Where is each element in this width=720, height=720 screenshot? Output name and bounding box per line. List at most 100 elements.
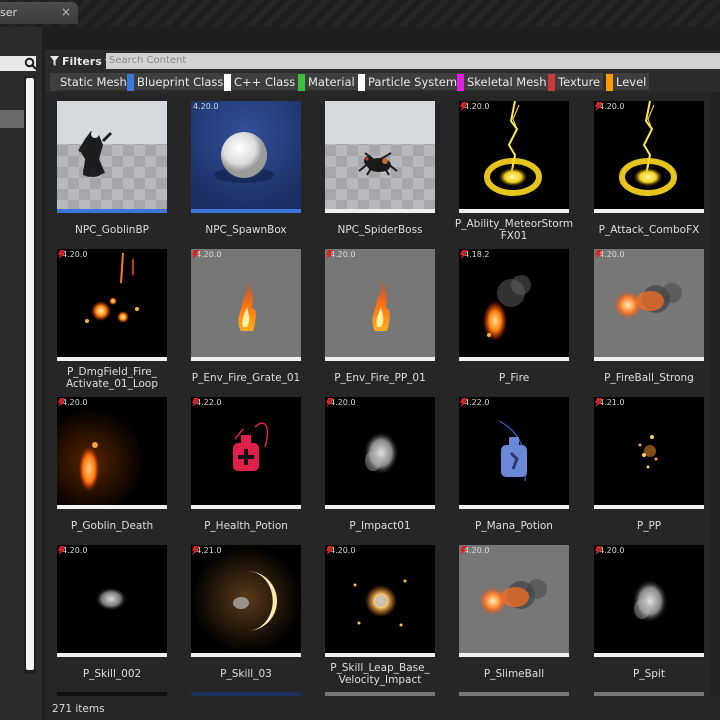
asset-name[interactable]: P_PP [582,520,716,532]
asset-thumbnail: 4.20.0 [191,101,301,209]
asset-tile[interactable]: 4.20.0 [57,397,167,509]
asset-thumbnail: 4.20.0 [325,397,435,505]
asset-name[interactable]: P_Fire [447,372,581,384]
filter-chip-blueprint-class[interactable]: Blueprint Class [127,73,227,91]
search-icon[interactable] [24,57,37,70]
engine-version-badge: 4.21.0 [193,546,221,555]
asset-name[interactable]: P_Skill_002 [45,668,179,680]
asset-tile[interactable]: 4.20.0 [325,545,435,657]
filter-chip-level[interactable]: Level [606,73,650,91]
asset-tile[interactable]: 4.20.0 [594,249,704,361]
asset-type-color-bar [325,653,435,657]
filters-button[interactable]: Filters [50,52,112,70]
asset-type-color-bar [325,357,435,361]
asset-name[interactable]: P_DmgField_Fire_ Activate_01_Loop [45,366,179,390]
asset-name[interactable]: P_Env_Fire_Grate_01 [179,372,313,384]
asset-type-color-bar [57,209,167,213]
asset-thumbnail: 4.22.0 [191,397,301,505]
asset-name[interactable]: P_Skill_Leap_Base_ Velocity_Impact [313,662,447,686]
title-bar: ser × [0,0,720,27]
search-content-input[interactable]: Search Content [106,53,720,69]
asset-thumbnail: 4.24.0 [57,101,167,209]
asset-tile[interactable]: 4.21.0 [594,397,704,509]
filter-chip-texture[interactable]: Texture [548,73,604,91]
asset-tile[interactable]: 4.24.0 [325,101,435,213]
asset-thumbnail: 4.20.0 [594,101,704,209]
sources-scrollbar-thumb[interactable] [26,78,34,670]
asset-type-color-bar [325,505,435,509]
filter-chip-material[interactable]: Material [298,73,358,91]
asset-name[interactable]: P_Ability_MeteorStorm FX01 [447,218,581,242]
asset-type-color-bar [57,357,167,361]
asset-thumbnail: 4.20.0 [594,249,704,357]
asset-name[interactable]: NPC_GoblinBP [45,224,179,236]
chip-color-swatch [606,73,613,91]
engine-version-badge: 4.20.0 [327,546,355,555]
asset-thumbnail: 4.22.0 [459,397,569,505]
content-browser-window: ser × Filters Search Content Static Mesh… [0,0,720,720]
chip-label: Material [308,75,355,89]
engine-version-badge: 4.21.0 [596,398,624,407]
asset-name[interactable]: P_Health_Potion [179,520,313,532]
asset-name[interactable]: P_Spit [582,668,716,680]
asset-tile[interactable]: 4.22.0 [459,397,569,509]
engine-version-badge: 4.20.0 [59,398,87,407]
asset-type-color-bar [594,653,704,657]
asset-type-color-bar [191,209,301,213]
asset-thumbnail: 4.24.0 [325,101,435,209]
asset-tile[interactable]: 4.20.0 [325,249,435,361]
asset-name[interactable]: P_Attack_ComboFX [582,224,716,236]
funnel-icon [50,56,59,66]
engine-version-badge: 4.20.0 [327,250,355,259]
asset-name[interactable]: P_Impact01 [313,520,447,532]
asset-type-color-bar [191,653,301,657]
asset-thumbnail: 4.21.0 [191,545,301,653]
asset-tile[interactable]: 4.20.0 [325,397,435,509]
asset-tile[interactable]: 4.20.0 [191,249,301,361]
asset-tile[interactable]: 4.20.0 [594,101,704,213]
engine-version-badge: 4.20.0 [596,102,624,111]
asset-thumbnail: 4.20.0 [57,545,167,653]
engine-version-badge: 4.24.0 [327,102,353,111]
asset-tile[interactable]: 4.20.0 [57,545,167,657]
engine-version-badge: 4.20.0 [193,102,219,111]
asset-thumbnail: 4.18.2 [459,249,569,357]
chip-color-swatch [224,73,231,91]
filter-chip-c-class[interactable]: C++ Class [224,73,299,91]
asset-name[interactable]: P_SlimeBall [447,668,581,680]
asset-thumbnail: 4.20.0 [325,545,435,653]
filter-chip-static-mesh[interactable]: Static Mesh [50,73,130,91]
asset-name[interactable]: NPC_SpawnBox [179,224,313,236]
filters-label: Filters [62,54,102,68]
chip-label: Skeletal Mesh [467,75,547,89]
filter-chip-particle-system[interactable]: Particle System [358,73,461,91]
asset-name[interactable]: P_FireBall_Strong [582,372,716,384]
filter-chip-skeletal-mesh[interactable]: Skeletal Mesh [457,73,550,91]
asset-type-color-bar [57,505,167,509]
asset-name[interactable]: P_Goblin_Death [45,520,179,532]
asset-tile[interactable]: 4.20.0 [459,545,569,657]
chip-label: Blueprint Class [137,75,224,89]
asset-type-color-bar [191,505,301,509]
asset-tile[interactable]: 4.22.0 [191,397,301,509]
asset-name[interactable]: NPC_SpiderBoss [313,224,447,236]
asset-name[interactable]: P_Skill_03 [179,668,313,680]
asset-name[interactable]: P_Env_Fire_PP_01 [313,372,447,384]
chip-color-swatch [127,73,134,91]
asset-type-color-bar [325,209,435,213]
asset-tile[interactable]: 4.21.0 [191,545,301,657]
asset-tile[interactable]: 4.20.0 [594,545,704,657]
asset-tile[interactable]: 4.24.0 [57,101,167,213]
content-browser-tab[interactable]: ser × [0,2,78,24]
asset-tile[interactable]: 4.20.0 [191,101,301,213]
asset-tile[interactable]: 4.18.2 [459,249,569,361]
asset-name[interactable]: P_Mana_Potion [447,520,581,532]
asset-tile[interactable]: 4.20.0 [57,249,167,361]
selected-folder-item[interactable] [0,110,24,128]
asset-tile[interactable]: 4.20.0 [459,101,569,213]
engine-version-badge: 4.22.0 [461,398,489,407]
engine-version-badge: 4.22.0 [193,398,221,407]
close-icon[interactable]: × [61,5,71,19]
chip-color-swatch [457,73,464,91]
asset-view-scrollbar[interactable] [710,92,720,696]
